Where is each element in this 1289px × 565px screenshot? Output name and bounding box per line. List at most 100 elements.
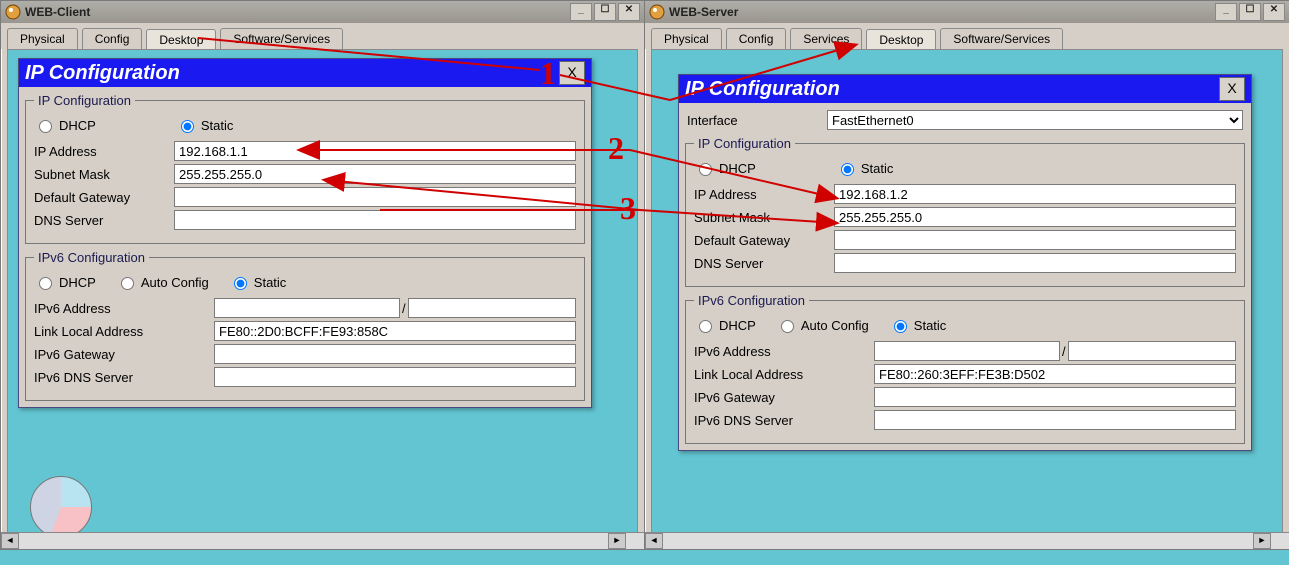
window-title: WEB-Server [669,5,738,19]
ip-config-dialog: IP Configuration X IP Configuration DHCP… [18,58,592,408]
scroll-right-arrow-icon[interactable]: ► [608,533,626,549]
scroll-left-arrow-icon[interactable]: ◄ [645,533,663,549]
dialog-titlebar[interactable]: IP Configuration X [679,75,1251,103]
default-gateway-input[interactable] [834,230,1236,250]
slash: / [402,301,406,316]
ipv6-address-input[interactable] [214,298,400,318]
tab-desktop[interactable]: Desktop [146,29,216,50]
tab-software[interactable]: Software/Services [220,28,343,49]
titlebar-web-server[interactable]: WEB-Server _ ☐ ✕ [645,1,1289,23]
ip-address-label: IP Address [694,187,834,202]
dialog-titlebar[interactable]: IP Configuration X [19,59,591,87]
radio-static[interactable]: Static [836,160,894,176]
link-local-input[interactable] [214,321,576,341]
ipv6-config-legend: IPv6 Configuration [34,250,149,265]
tab-strip: Physical Config Desktop Software/Service… [1,23,644,49]
ipv6-dns-label: IPv6 DNS Server [694,413,874,428]
traffic-generator-icon[interactable] [30,476,92,538]
radio-ipv6-dhcp[interactable]: DHCP [694,317,756,333]
radio-dhcp[interactable]: DHCP [34,117,96,133]
radio-ipv6-static[interactable]: Static [889,317,947,333]
ipv6-dns-label: IPv6 DNS Server [34,370,214,385]
tab-physical[interactable]: Physical [7,28,78,49]
radio-ipv6-static[interactable]: Static [229,274,287,290]
ipv6-dns-input[interactable] [214,367,576,387]
tab-config[interactable]: Config [726,28,787,49]
link-local-input[interactable] [874,364,1236,384]
ip-configuration-group: IP Configuration DHCP Static IP Address … [25,93,585,244]
ipv6-configuration-group: IPv6 Configuration DHCP Auto Config Stat… [685,293,1245,444]
tab-config[interactable]: Config [82,28,143,49]
ipv6-address-label: IPv6 Address [34,301,214,316]
annotation-1: 1 [540,55,556,92]
ipv6-prefix-input[interactable] [408,298,576,318]
slash: / [1062,344,1066,359]
ip-config-dialog: IP Configuration X Interface FastEtherne… [678,74,1252,451]
close-window-button[interactable]: ✕ [1263,3,1285,21]
dialog-title: IP Configuration [685,78,840,101]
scroll-left-arrow-icon[interactable]: ◄ [1,533,19,549]
ip-configuration-group: IP Configuration DHCP Static IP Address … [685,136,1245,287]
maximize-button[interactable]: ☐ [594,3,616,21]
horizontal-scrollbar[interactable]: ◄ ► [645,532,1271,549]
radio-ipv6-auto[interactable]: Auto Config [116,274,209,290]
close-dialog-button[interactable]: X [1219,77,1245,101]
ipv6-gateway-label: IPv6 Gateway [34,347,214,362]
ipv6-config-legend: IPv6 Configuration [694,293,809,308]
interface-select[interactable]: FastEthernet0 [827,110,1243,130]
interface-label: Interface [687,113,827,128]
default-gateway-label: Default Gateway [34,190,174,205]
dns-server-input[interactable] [174,210,576,230]
link-local-label: Link Local Address [694,367,874,382]
radio-ipv6-dhcp[interactable]: DHCP [34,274,96,290]
tab-body: IP Configuration X IP Configuration DHCP… [7,49,638,539]
annotation-3: 3 [620,190,636,227]
ipv6-gateway-input[interactable] [874,387,1236,407]
ipv6-gateway-label: IPv6 Gateway [694,390,874,405]
tab-services[interactable]: Services [790,28,862,49]
maximize-button[interactable]: ☐ [1239,3,1261,21]
subnet-mask-label: Subnet Mask [34,167,174,182]
subnet-mask-input[interactable] [174,164,576,184]
tab-strip: Physical Config Services Desktop Softwar… [645,23,1289,49]
ipv6-dns-input[interactable] [874,410,1236,430]
close-window-button[interactable]: ✕ [618,3,640,21]
ipv6-address-label: IPv6 Address [694,344,874,359]
annotation-2: 2 [608,130,624,167]
ip-address-input[interactable] [834,184,1236,204]
ipv6-address-input[interactable] [874,341,1060,361]
scroll-right-arrow-icon[interactable]: ► [1253,533,1271,549]
ip-address-input[interactable] [174,141,576,161]
radio-ipv6-auto[interactable]: Auto Config [776,317,869,333]
window-web-server: WEB-Server _ ☐ ✕ Physical Config Service… [644,0,1289,550]
window-title: WEB-Client [25,5,90,19]
tab-physical[interactable]: Physical [651,28,722,49]
tab-body: IP Configuration X Interface FastEtherne… [651,49,1283,539]
resize-grip[interactable] [1270,532,1289,549]
ipv6-configuration-group: IPv6 Configuration DHCP Auto Config Stat… [25,250,585,401]
default-gateway-input[interactable] [174,187,576,207]
close-dialog-button[interactable]: X [559,61,585,85]
resize-grip[interactable] [625,532,644,549]
titlebar-web-client[interactable]: WEB-Client _ ☐ ✕ [1,1,644,23]
tab-desktop[interactable]: Desktop [866,29,936,50]
ip-address-label: IP Address [34,144,174,159]
subnet-mask-input[interactable] [834,207,1236,227]
tab-software[interactable]: Software/Services [940,28,1063,49]
horizontal-scrollbar[interactable]: ◄ ► [1,532,626,549]
link-local-label: Link Local Address [34,324,214,339]
app-icon [5,4,21,20]
ip-config-legend: IP Configuration [694,136,795,151]
ipv6-prefix-input[interactable] [1068,341,1236,361]
dns-server-label: DNS Server [34,213,174,228]
minimize-button[interactable]: _ [570,3,592,21]
radio-dhcp[interactable]: DHCP [694,160,756,176]
ipv6-gateway-input[interactable] [214,344,576,364]
minimize-button[interactable]: _ [1215,3,1237,21]
radio-static[interactable]: Static [176,117,234,133]
subnet-mask-label: Subnet Mask [694,210,834,225]
dns-server-label: DNS Server [694,256,834,271]
dns-server-input[interactable] [834,253,1236,273]
dialog-title: IP Configuration [25,62,180,85]
default-gateway-label: Default Gateway [694,233,834,248]
